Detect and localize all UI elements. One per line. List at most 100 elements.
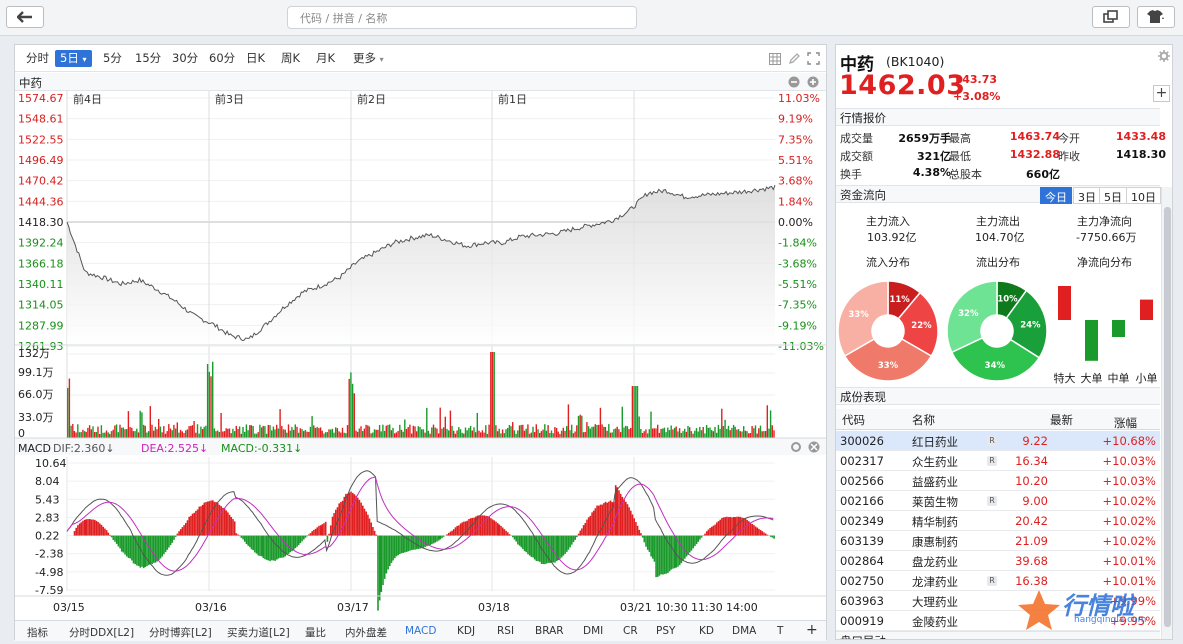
macd-bar bbox=[639, 530, 641, 536]
period-15min[interactable]: 15分 bbox=[132, 50, 164, 67]
volume-bar bbox=[620, 432, 621, 438]
volume-bar bbox=[549, 433, 550, 438]
volume-bar bbox=[320, 427, 321, 438]
volume-bar bbox=[488, 425, 489, 438]
minus-circle-icon[interactable] bbox=[788, 76, 800, 88]
volume-bar bbox=[517, 430, 518, 438]
period-fenshi[interactable]: 分时 bbox=[23, 50, 52, 67]
plus-circle-icon[interactable] bbox=[807, 76, 819, 88]
macd-bar bbox=[301, 536, 303, 542]
period-60min[interactable]: 60分 bbox=[206, 50, 238, 67]
date-tick-label: 14:00 bbox=[726, 601, 758, 614]
volume-bar bbox=[588, 426, 589, 438]
col-last[interactable]: 最新 bbox=[1050, 412, 1073, 428]
tab-1[interactable]: 分时DDX[L2] bbox=[69, 625, 134, 640]
search-input[interactable]: 代码 / 拼音 / 名称 bbox=[287, 6, 637, 29]
pct-tick-label: 5.51% bbox=[778, 154, 813, 167]
volume-bar bbox=[435, 428, 436, 439]
tab-15[interactable]: T bbox=[777, 625, 783, 637]
tab-9[interactable]: BRAR bbox=[535, 625, 564, 637]
cell-last: 10.20 bbox=[1015, 474, 1048, 488]
tab-2[interactable]: 分时博弈[L2] bbox=[149, 625, 212, 640]
period-30min[interactable]: 30分 bbox=[169, 50, 201, 67]
tab-13[interactable]: KD bbox=[699, 625, 714, 637]
col-name[interactable]: 名称 bbox=[912, 412, 935, 428]
volume-bar bbox=[684, 429, 685, 438]
table-row[interactable]: 300026红日药业R9.22+10.68% bbox=[836, 431, 1160, 451]
grid-icon[interactable] bbox=[769, 53, 781, 65]
tab-3[interactable]: 买卖力道[L2] bbox=[227, 625, 290, 640]
period-weekly[interactable]: 周K bbox=[278, 50, 303, 67]
table-row[interactable]: 002566益盛药业10.20+10.03% bbox=[836, 471, 1160, 491]
table-row[interactable]: 002166莱茵生物R9.00+10.02% bbox=[836, 491, 1160, 511]
volume-bar bbox=[109, 434, 110, 438]
period-more-label: 更多 bbox=[353, 51, 376, 65]
scrollbar[interactable] bbox=[1161, 187, 1172, 640]
tab-11[interactable]: CR bbox=[623, 625, 638, 637]
table-row[interactable]: 002349精华制药20.42+10.02% bbox=[836, 511, 1160, 531]
macd-bar bbox=[298, 536, 300, 545]
flow-tab-10day[interactable]: 10日 bbox=[1126, 187, 1161, 204]
table-row[interactable]: 002317众生药业R16.34+10.03% bbox=[836, 451, 1160, 471]
volume-bar bbox=[622, 407, 623, 438]
macd-bar bbox=[401, 536, 403, 554]
tab-7[interactable]: KDJ bbox=[457, 625, 475, 637]
top-toolbar: 代码 / 拼音 / 名称 bbox=[0, 0, 1183, 36]
macd-bar bbox=[317, 527, 319, 535]
macd-value: MACD:-0.331↓ bbox=[221, 442, 302, 455]
volume-bar bbox=[207, 364, 208, 438]
tab-12[interactable]: PSY bbox=[656, 625, 675, 637]
tab-6[interactable]: MACD bbox=[405, 625, 436, 637]
macd-bar bbox=[288, 536, 290, 554]
macd-bar bbox=[691, 536, 693, 551]
skin-button[interactable] bbox=[1137, 6, 1175, 28]
back-button[interactable] bbox=[6, 6, 44, 28]
macd-bar bbox=[595, 508, 597, 535]
tab-4[interactable]: 量比 bbox=[305, 625, 326, 640]
macd-bar bbox=[374, 531, 376, 536]
volume-bar bbox=[495, 425, 496, 438]
period-monthly[interactable]: 月K bbox=[313, 50, 338, 67]
macd-bar bbox=[167, 536, 169, 550]
tab-0[interactable]: 指标 bbox=[27, 625, 48, 640]
period-daily[interactable]: 日K bbox=[243, 50, 268, 67]
volume-bar bbox=[288, 424, 289, 438]
tab-10[interactable]: DMI bbox=[583, 625, 603, 637]
volume-bar bbox=[335, 427, 336, 438]
tab-14[interactable]: DMA bbox=[732, 625, 756, 637]
col-code[interactable]: 代码 bbox=[842, 412, 865, 428]
volume-bar bbox=[735, 427, 736, 438]
tab-5[interactable]: 内外盘差 bbox=[345, 625, 387, 640]
period-more[interactable]: 更多 ▾ bbox=[350, 50, 387, 67]
add-indicator-icon[interactable]: + bbox=[806, 622, 818, 638]
volume-bar bbox=[239, 426, 240, 438]
flow-tab-today[interactable]: 今日 bbox=[1040, 187, 1072, 204]
gear-icon[interactable] bbox=[1158, 50, 1170, 62]
quote-label: 最低 bbox=[949, 148, 971, 164]
flow-tab-5day[interactable]: 5日 bbox=[1099, 187, 1127, 204]
add-watchlist-button[interactable]: + bbox=[1153, 85, 1170, 102]
pencil-icon[interactable] bbox=[788, 52, 801, 65]
volume-bar bbox=[411, 434, 412, 439]
scrollbar-thumb[interactable] bbox=[1164, 207, 1171, 627]
period-5day[interactable]: 5日 ▾ bbox=[55, 50, 92, 67]
volume-bar bbox=[721, 409, 722, 438]
macd-bar bbox=[713, 526, 715, 536]
macd-bar bbox=[640, 533, 642, 536]
expand-icon[interactable] bbox=[807, 52, 820, 65]
volume-tick-label: 99.1万 bbox=[18, 366, 54, 379]
period-5min[interactable]: 5分 bbox=[100, 50, 125, 67]
table-row[interactable]: 603139康惠制药21.09+10.02% bbox=[836, 531, 1160, 551]
macd-tick-label: 2.83 bbox=[35, 511, 60, 524]
table-row[interactable]: 002864盘龙药业39.68+10.01% bbox=[836, 551, 1160, 571]
pct-tick-label: -7.35% bbox=[778, 299, 817, 312]
tab-8[interactable]: RSI bbox=[497, 625, 514, 637]
window-toggle-button[interactable] bbox=[1092, 6, 1130, 28]
chart-canvas[interactable]: 1574.6711.03%1548.619.19%1522.557.35%149… bbox=[15, 91, 826, 641]
flow-tab-3day[interactable]: 3日 bbox=[1073, 187, 1101, 204]
volume-bar bbox=[151, 425, 152, 438]
volume-bar bbox=[188, 426, 189, 438]
macd-bar bbox=[692, 536, 694, 549]
volume-bar bbox=[497, 431, 498, 438]
volume-bar bbox=[418, 426, 419, 438]
